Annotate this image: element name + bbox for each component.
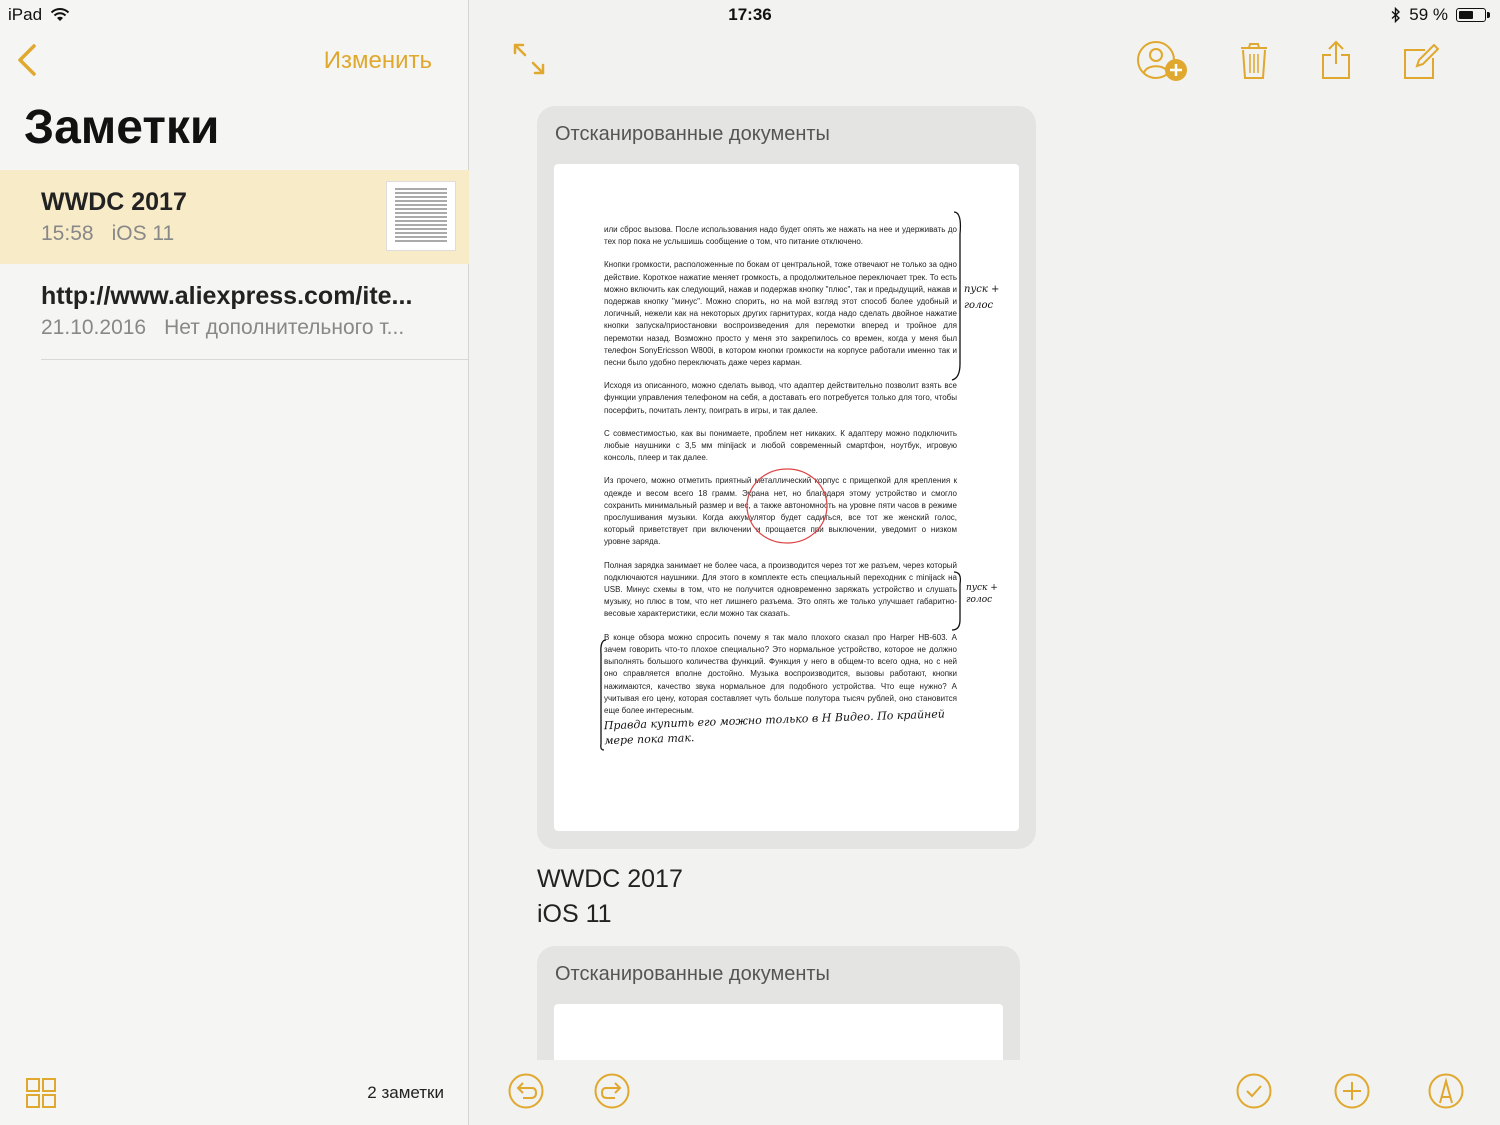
add-person-icon (1137, 41, 1187, 81)
bluetooth-icon (1391, 7, 1401, 23)
note-line: iOS 11 (537, 900, 612, 928)
battery-fill (1459, 11, 1473, 19)
checklist-button[interactable] (1236, 1073, 1272, 1114)
add-button[interactable] (1334, 1073, 1370, 1114)
note-date: 15:58 (41, 222, 94, 245)
undo-button[interactable] (508, 1073, 544, 1114)
status-right: 59 % (1391, 5, 1490, 25)
chevron-left-icon (18, 44, 36, 76)
scanned-page[interactable]: или сброс вызова. После использования на… (554, 164, 1019, 831)
delete-button[interactable] (1240, 42, 1268, 85)
compose-button[interactable] (1403, 43, 1440, 85)
share-icon (1322, 40, 1350, 79)
note-list: WWDC 2017 15:58 iOS 11 http://www.aliexpr… (0, 170, 469, 360)
note-thumbnail (386, 181, 456, 251)
note-editor: Отсканированные документы или сброс вызо… (470, 0, 1500, 1125)
note-row-wwdc[interactable]: WWDC 2017 15:58 iOS 11 (0, 170, 469, 264)
battery-icon (1456, 8, 1490, 22)
note-date: 21.10.2016 (41, 316, 147, 339)
back-button[interactable] (14, 42, 44, 78)
handwritten-note: пуск + голос (966, 583, 998, 605)
notes-sidebar: Изменить Заметки WWDC 2017 15:58 iOS 11 h… (0, 0, 469, 1125)
scanned-documents-card[interactable]: Отсканированные документы или сброс вызо… (537, 106, 1036, 849)
note-title: WWDC 2017 (41, 188, 187, 216)
note-body[interactable]: WWDC 2017 iOS 11 (537, 862, 683, 932)
edit-button[interactable]: Изменить (324, 47, 432, 75)
redo-icon (594, 1073, 630, 1109)
scanned-page[interactable] (554, 1004, 1003, 1060)
list-divider (41, 359, 469, 360)
note-row-aliexpress[interactable]: http://www.aliexpress.com/ite... 21.10.2… (0, 264, 469, 358)
battery-percent: 59 % (1409, 5, 1448, 24)
attachments-grid-button[interactable] (26, 1078, 56, 1108)
note-meta: 15:58 iOS 11 (41, 222, 431, 246)
scan-card-label: Отсканированные документы (555, 123, 830, 145)
note-meta: 21.10.2016 Нет дополнительного т... (41, 316, 431, 340)
page-title: Заметки (24, 101, 220, 154)
handwritten-note: пуск + голос (964, 284, 1000, 311)
add-people-button[interactable] (1136, 40, 1190, 87)
share-button[interactable] (1321, 40, 1351, 85)
note-line: WWDC 2017 (537, 865, 683, 893)
expand-button[interactable] (512, 42, 546, 81)
note-subtitle: iOS 11 (111, 222, 175, 245)
scan-card-label: Отсканированные документы (555, 963, 830, 985)
expand-arrows-icon (513, 43, 545, 75)
markup-pen-icon (1428, 1073, 1464, 1109)
plus-circle-icon (1334, 1073, 1370, 1109)
checklist-icon (1236, 1073, 1272, 1109)
redo-button[interactable] (594, 1073, 630, 1114)
scanned-documents-card[interactable]: Отсканированные документы (537, 946, 1020, 1060)
compose-icon (1404, 43, 1440, 79)
note-subtitle: Нет дополнительного т... (164, 316, 405, 339)
note-title: http://www.aliexpress.com/ite... (41, 282, 413, 310)
grid-icon (26, 1078, 56, 1108)
notes-count: 2 заметки (367, 1083, 444, 1102)
markup-button[interactable] (1428, 1073, 1464, 1114)
status-bar: iPad 17:36 59 % (0, 0, 1500, 30)
undo-icon (508, 1073, 544, 1109)
trash-icon (1241, 43, 1267, 79)
status-time: 17:36 (728, 5, 772, 24)
